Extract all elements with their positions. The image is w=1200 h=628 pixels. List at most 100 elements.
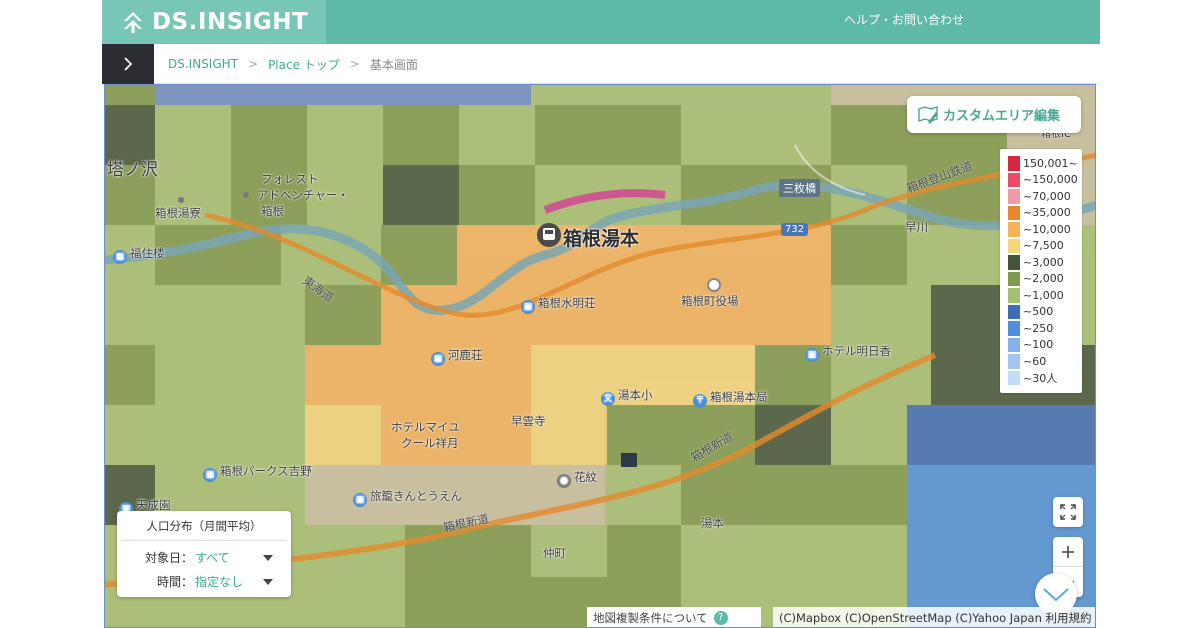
legend-label: ~7,500 [1023, 239, 1064, 253]
map-view[interactable]: 塔ノ沢 フォレスト アドベンチャー・ 箱根 箱根湯寮 ▣ 福住楼 箱根湯本 ▣ 箱根… [104, 84, 1096, 628]
legend-row: ~500 [1008, 304, 1078, 321]
place-label: 天成園 [136, 498, 171, 512]
plus-icon [1062, 545, 1074, 558]
place-label: 福住楼 [130, 246, 165, 260]
legend-swatch [1008, 255, 1020, 270]
legend-label: ~100 [1023, 338, 1054, 352]
place-label: クール祥月 [401, 436, 459, 450]
post-office-icon: 〒 [693, 394, 707, 408]
place-label: フォレスト [261, 172, 319, 186]
legend-swatch [1008, 222, 1020, 237]
place-label: 箱根湯寮 [155, 206, 201, 220]
legend-row: ~60 [1008, 353, 1078, 370]
custom-area-edit-label: カスタムエリア編集 [943, 109, 1061, 124]
fullscreen-icon [1060, 504, 1076, 520]
legend-row: ~70,000 [1008, 188, 1078, 205]
place-label: ホテル明日香 [822, 344, 891, 358]
legend-swatch [1008, 288, 1020, 303]
legend-label: ~60 [1023, 354, 1047, 368]
filter-title: 人口分布（月間平均） [121, 511, 287, 541]
legend-swatch [1008, 205, 1020, 220]
date-filter-value: すべて [195, 551, 230, 565]
place-label: 河鹿荘 [448, 348, 483, 362]
place-label: アドベンチャー・ [257, 188, 349, 202]
map-edit-icon [918, 105, 938, 124]
breadcrumb-place-top[interactable]: Place トップ [268, 56, 340, 73]
logo-icon [124, 12, 142, 33]
station-label: 箱根湯本 [563, 228, 640, 250]
hotel-icon: ▣ [353, 493, 367, 507]
fullscreen-button[interactable] [1053, 497, 1083, 527]
legend-swatch [1008, 156, 1020, 171]
landmark-icon: ● [557, 474, 571, 488]
bus-station-icon [537, 223, 561, 247]
legend-row: ~2,000 [1008, 271, 1078, 288]
app-header: DS.INSIGHT ヘルプ・お問い合わせ [102, 0, 1100, 44]
help-contact-link[interactable]: ヘルプ・お問い合わせ [844, 11, 964, 28]
logo-text: DS.INSIGHT [152, 9, 309, 35]
map-copy-conditions-link[interactable]: 地図複製条件について ? [587, 607, 761, 627]
legend-row: ~30人 [1008, 370, 1078, 387]
bridge-label: 三枚橋 [779, 179, 820, 197]
date-filter-select[interactable]: 対象日： すべて [117, 546, 291, 568]
legend-row: 150,001~ [1008, 155, 1078, 172]
breadcrumb-current: 基本画面 [369, 57, 418, 72]
legend-swatch [1008, 370, 1020, 385]
legend-label: ~10,000 [1023, 222, 1071, 236]
chevron-right-icon [124, 57, 133, 71]
legend-swatch [1008, 189, 1020, 204]
route-number-badge: 732 [781, 223, 809, 236]
legend-swatch [1008, 271, 1020, 286]
breadcrumb-ds-insight[interactable]: DS.INSIGHT [168, 57, 238, 71]
legend-row: ~1,000 [1008, 287, 1078, 304]
logo[interactable]: DS.INSIGHT [102, 0, 326, 44]
legend-swatch [1008, 304, 1020, 319]
attribution-left-label: 地図複製条件について [593, 610, 708, 625]
population-filter-panel: 人口分布（月間平均） 対象日： すべて 時間： 指定なし [117, 511, 291, 597]
place-label: 箱根町役場 [681, 294, 739, 308]
legend-swatch [1008, 354, 1020, 369]
zoom-in-button[interactable] [1053, 537, 1083, 567]
legend-label: ~3,000 [1023, 255, 1064, 269]
legend-label: ~1,000 [1023, 288, 1064, 302]
caret-down-icon [263, 579, 273, 585]
place-label: 仲町 [543, 546, 566, 560]
legend-row: ~100 [1008, 337, 1078, 354]
legend-row: ~10,000 [1008, 221, 1078, 238]
breadcrumb-bar: DS.INSIGHT > Place トップ > 基本画面 [102, 44, 1100, 84]
legend-row: ~7,500 [1008, 238, 1078, 255]
place-label: 箱根パークス吉野 [220, 464, 312, 478]
caret-down-icon [263, 555, 273, 561]
hotel-icon: ▣ [805, 348, 819, 362]
legend-swatch [1008, 337, 1020, 352]
legend-label: ~30人 [1023, 371, 1058, 385]
map-attribution: (C)Mapbox (C)OpenStreetMap (C)Yahoo Japa… [773, 607, 1095, 627]
legend-label: ~250 [1023, 321, 1054, 335]
place-label: ホテルマイユ [391, 420, 460, 434]
hotel-icon: ▣ [203, 468, 217, 482]
place-label: 箱根湯本局 [710, 390, 768, 404]
hotel-icon: ▣ [521, 300, 535, 314]
place-label: 湯本 [701, 516, 724, 530]
menu-toggle-button[interactable] [102, 44, 154, 84]
population-legend: 150,001~ ~150,000 ~70,000 ~35,000 ~10,000 ~7,… [1000, 149, 1082, 393]
app-window: DS.INSIGHT ヘルプ・お問い合わせ DS.INSIGHT > Place… [102, 0, 1100, 628]
legend-swatch [1008, 238, 1020, 253]
help-icon: ? [713, 610, 728, 625]
school-icon: 文 [601, 392, 615, 406]
legend-label: ~70,000 [1023, 189, 1071, 203]
river-label: 早川 [905, 220, 928, 234]
legend-swatch [1008, 321, 1020, 336]
time-filter-label: 時間： [156, 575, 193, 589]
place-label: 早雲寺 [511, 414, 546, 428]
legend-row: ~3,000 [1008, 254, 1078, 271]
legend-row: ~35,000 [1008, 205, 1078, 222]
chevron-right-icon: > [248, 57, 259, 71]
place-label: 湯本小 [618, 388, 653, 402]
place-label: 塔ノ沢 [107, 160, 158, 180]
legend-row: ~150,000 [1008, 172, 1078, 189]
time-filter-select[interactable]: 時間： 指定なし [117, 570, 291, 592]
hotel-icon: ▣ [431, 352, 445, 366]
custom-area-edit-button[interactable]: カスタムエリア編集 [907, 96, 1081, 133]
breadcrumb: DS.INSIGHT > Place トップ > 基本画面 [168, 44, 418, 84]
